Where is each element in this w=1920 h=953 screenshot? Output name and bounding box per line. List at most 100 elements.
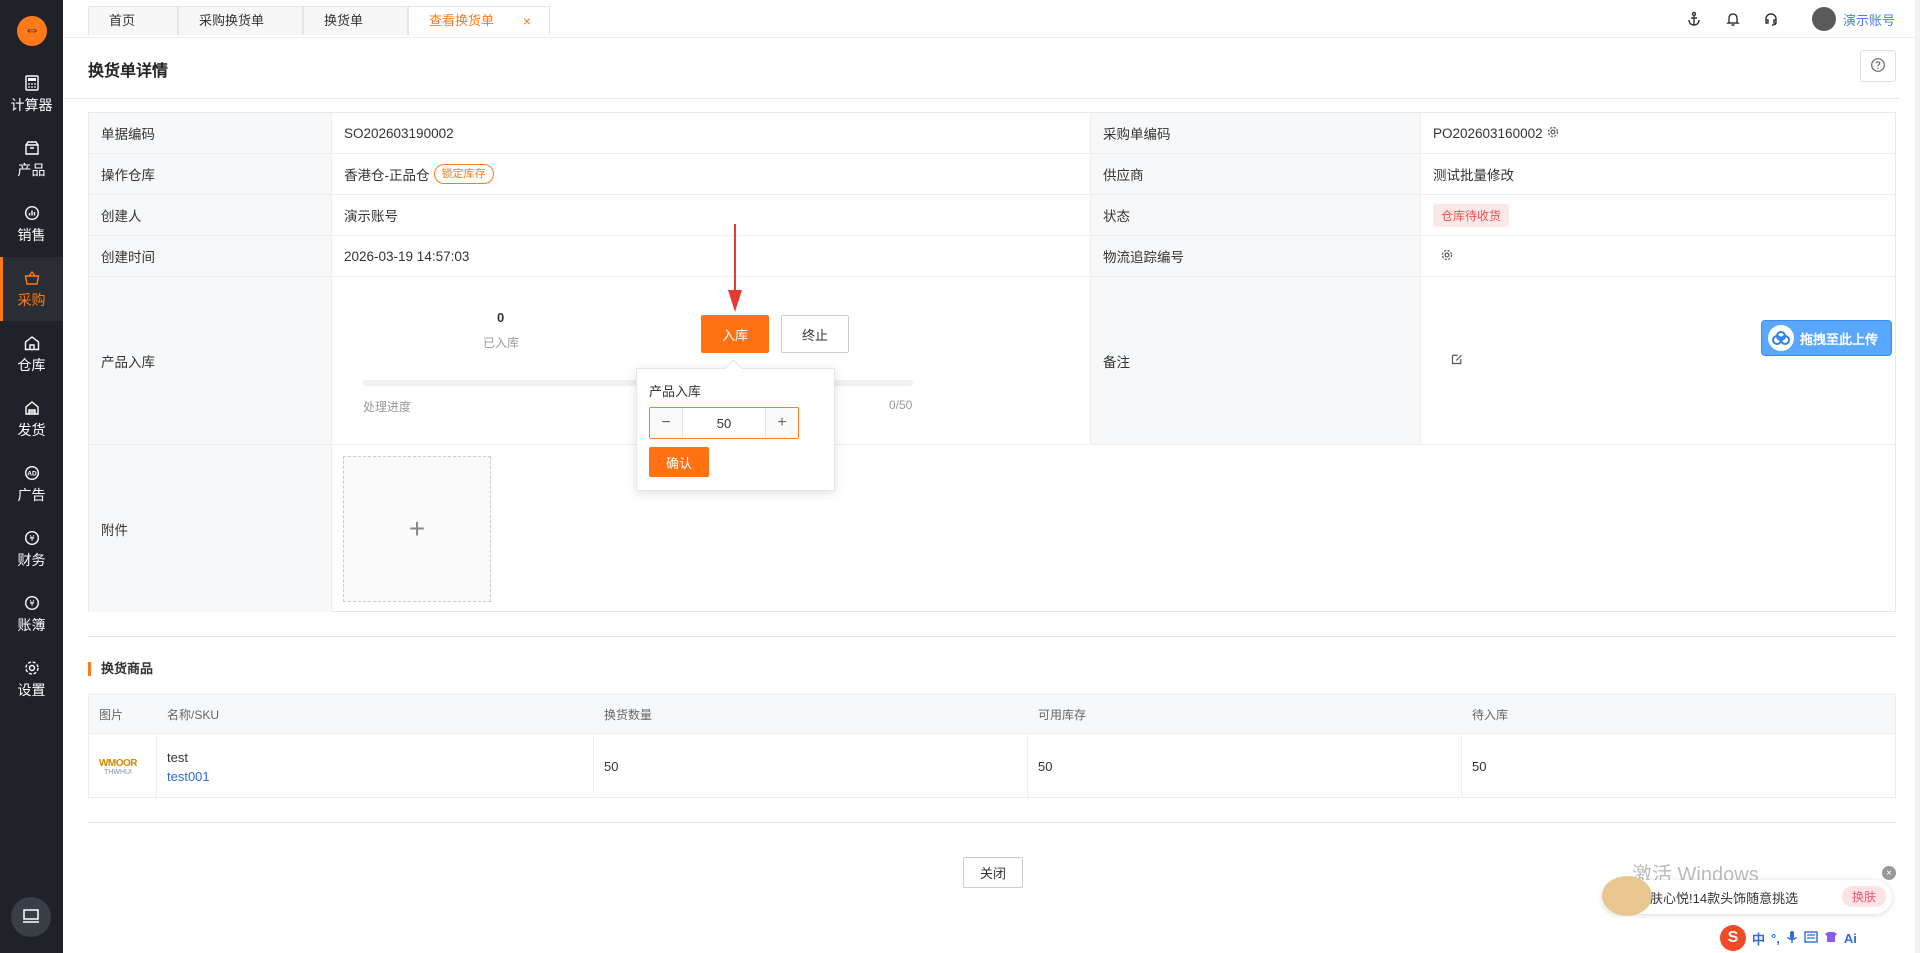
progress-count: 0/50 (889, 398, 913, 412)
supplier-value: 测试批量修改 (1421, 154, 1897, 195)
sidebar: ⇔ 计算器 产品 销售 采购 仓库 发货 AD 广告 ¥ 财务 ¥ 账簿 设置 (0, 0, 63, 953)
sidebar-item-label: 产品 (17, 161, 46, 178)
gear-icon[interactable] (1441, 249, 1453, 264)
yuan-icon: ¥ (23, 529, 41, 547)
keyboard-icon[interactable] (1804, 930, 1818, 946)
chart-icon (23, 204, 41, 222)
attachment-cell (332, 445, 1897, 612)
po-no-cell: PO202603160002 (1421, 113, 1897, 154)
ledger-icon: ¥ (23, 594, 41, 612)
question-icon (1870, 57, 1886, 76)
sogou-logo-icon[interactable]: S (1720, 925, 1746, 951)
received-label: 已入库 (483, 336, 520, 350)
avatar[interactable] (1812, 7, 1836, 31)
user-name[interactable]: 演示账号 (1843, 10, 1895, 29)
sidebar-item-label: 计算器 (10, 96, 53, 113)
close-icon[interactable]: × (523, 7, 531, 35)
sidebar-item-ledger[interactable]: ¥ 账簿 (0, 582, 63, 646)
sidebar-item-settings[interactable]: 设置 (0, 647, 63, 711)
drag-upload-button[interactable]: 拖拽至此上传 (1761, 320, 1892, 356)
sidebar-item-label: 广告 (17, 486, 46, 503)
product-name: test (167, 749, 188, 765)
po-no-label: 采购单编码 (1091, 113, 1421, 154)
sidebar-item-calculator[interactable]: 计算器 (0, 62, 63, 126)
created-time-label: 创建时间 (89, 236, 332, 277)
quantity-input[interactable]: 50 (682, 408, 766, 438)
divider (63, 98, 1900, 99)
bell-icon[interactable] (1724, 10, 1742, 28)
tab-label: 首页 (109, 13, 136, 28)
minus-icon: − (661, 414, 671, 431)
column-header: 名称/SKU (157, 695, 594, 734)
box-icon (23, 139, 41, 157)
ad-text: 肤心悦!14款头饰随意挑选 (1650, 890, 1799, 906)
tab-home[interactable]: 首页 (88, 6, 178, 35)
sidebar-item-shipping[interactable]: 发货 (0, 387, 63, 451)
sidebar-item-warehouse[interactable]: 仓库 (0, 322, 63, 386)
divider (88, 636, 1896, 637)
creator-value: 演示账号 (332, 195, 1091, 236)
tab-exchange-order[interactable]: 换货单 (303, 6, 408, 35)
sidebar-item-ads[interactable]: AD 广告 (0, 452, 63, 516)
headset-icon[interactable] (1762, 10, 1780, 28)
increment-button[interactable]: + (766, 408, 798, 438)
confirm-button[interactable]: 确认 (649, 447, 709, 477)
ime-ai[interactable]: Ai (1844, 931, 1857, 946)
edit-icon[interactable] (1451, 353, 1463, 368)
lock-stock-badge: 锁定库存 (433, 164, 494, 184)
remark-cell (1421, 277, 1897, 445)
skin-icon[interactable] (1824, 931, 1838, 946)
screen-toggle-button[interactable] (11, 897, 51, 937)
pending-stock-in: 50 (1472, 759, 1487, 774)
sidebar-item-product[interactable]: 产品 (0, 127, 63, 191)
created-time-value: 2026-03-19 14:57:03 (332, 236, 1091, 277)
sidebar-item-purchase[interactable]: 采购 (0, 257, 63, 321)
ime-mode[interactable]: 中 (1752, 929, 1765, 948)
help-button[interactable] (1860, 50, 1896, 82)
table-row-image: WMOOR THWHUI (89, 735, 157, 798)
monitor-icon (22, 908, 40, 927)
close-icon[interactable]: × (1882, 866, 1896, 880)
plus-icon: + (408, 513, 426, 544)
sidebar-item-sales[interactable]: 销售 (0, 192, 63, 256)
tracking-cell (1421, 236, 1897, 277)
close-button[interactable]: 关闭 (963, 857, 1023, 888)
decrement-button[interactable]: − (650, 408, 682, 438)
product-thumbnail[interactable]: WMOOR THWHUI (97, 746, 139, 788)
mascot-icon (1602, 876, 1652, 916)
microphone-icon[interactable] (1786, 930, 1798, 947)
plus-icon: + (777, 414, 787, 431)
tab-label: 查看换货单 (429, 13, 495, 28)
column-header: 换货数量 (594, 695, 1028, 734)
sidebar-item-finance[interactable]: ¥ 财务 (0, 517, 63, 581)
creator-label: 创建人 (89, 195, 332, 236)
attachment-upload[interactable]: + (343, 456, 491, 602)
svg-text:AD: AD (27, 470, 37, 477)
tracking-label: 物流追踪编号 (1091, 236, 1421, 277)
doc-no-value: SO202603190002 (332, 113, 1091, 154)
status-cell: 仓库待收货 (1421, 195, 1897, 236)
po-no-value[interactable]: PO202603160002 (1433, 126, 1543, 141)
warehouse-label: 操作仓库 (89, 154, 332, 195)
exchange-qty: 50 (594, 735, 1028, 798)
ime-punct[interactable]: °, (1771, 931, 1780, 946)
popover-title: 产品入库 (649, 384, 702, 399)
terminate-button[interactable]: 终止 (781, 315, 849, 353)
gear-icon[interactable] (1547, 126, 1559, 141)
sidebar-item-label: 仓库 (17, 356, 46, 373)
stock-in-button[interactable]: 入库 (701, 315, 769, 353)
column-header: 可用库存 (1028, 695, 1462, 734)
tab-view-exchange-order[interactable]: 查看换货单 × (408, 6, 550, 35)
status-badge: 仓库待收货 (1433, 203, 1510, 227)
attachment-label: 附件 (89, 445, 332, 612)
tab-purchase-exchange[interactable]: 采购换货单 (178, 6, 303, 35)
thumbnail-text: WMOOR (98, 757, 138, 769)
ad-chip[interactable]: 换肤 (1841, 886, 1886, 907)
anchor-icon[interactable] (1685, 10, 1703, 28)
divider (88, 822, 1896, 823)
remark-label: 备注 (1091, 277, 1421, 445)
ime-ad-banner[interactable]: 肤心悦!14款头饰随意挑选 换肤 (1602, 876, 1892, 916)
product-sku[interactable]: test001 (167, 769, 210, 784)
logo[interactable]: ⇔ (17, 16, 47, 46)
scrollbar[interactable] (1915, 0, 1920, 953)
